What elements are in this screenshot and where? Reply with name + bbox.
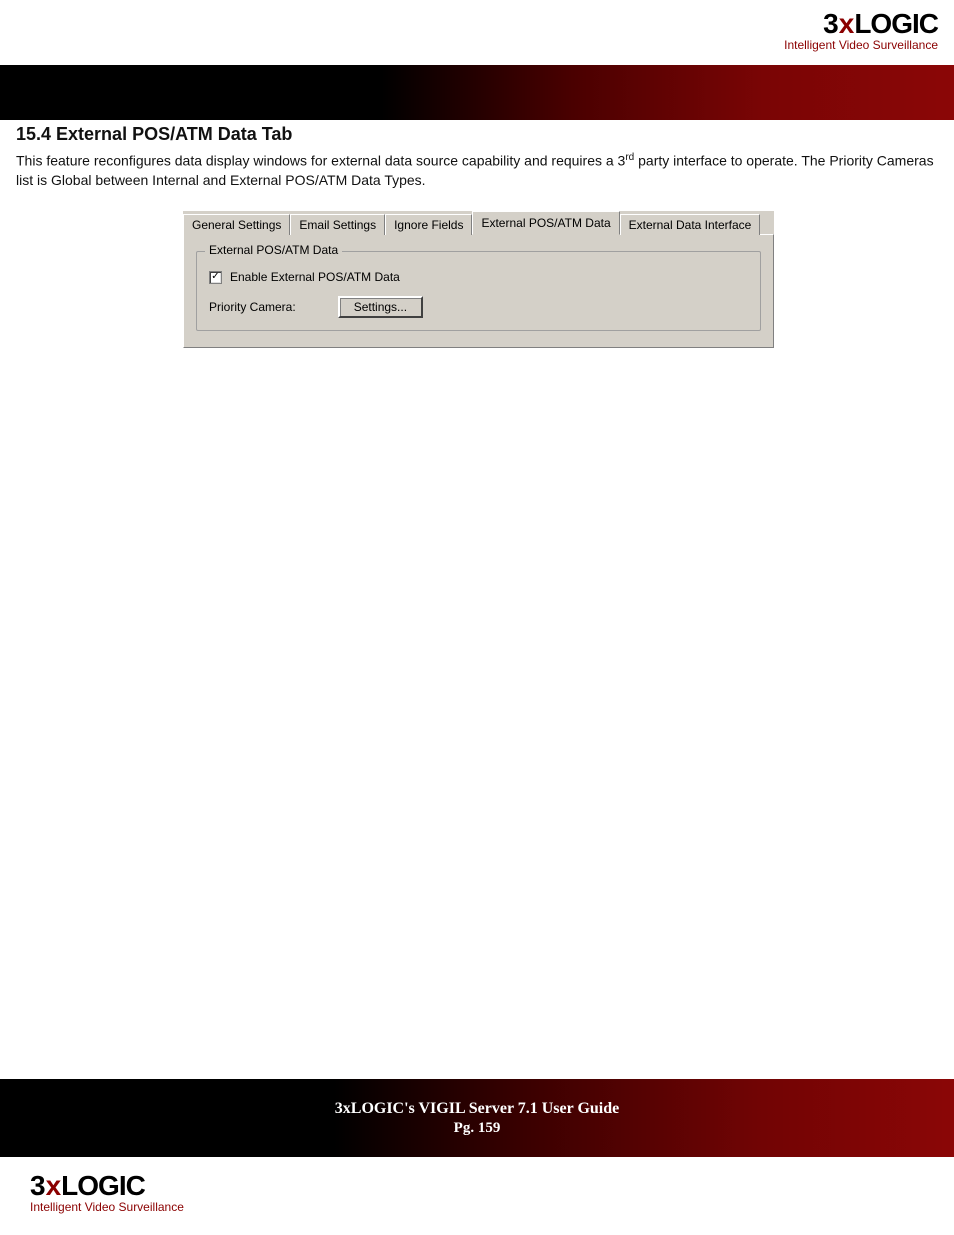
priority-camera-label: Priority Camera: (209, 300, 296, 314)
footer-logo-text: 3xLOGIC (30, 1170, 184, 1202)
checkbox-row: ✓ Enable External POS/ATM Data (209, 270, 748, 284)
logo-x: x (839, 8, 854, 39)
priority-camera-row: Priority Camera: Settings... (209, 296, 748, 318)
footer-logo-x: x (46, 1170, 61, 1201)
footer-logo-post: LOGIC (61, 1170, 145, 1201)
enable-external-pos-label: Enable External POS/ATM Data (230, 270, 400, 284)
content-area: 15.4 External POS/ATM Data Tab This feat… (16, 124, 938, 189)
tab-general-settings[interactable]: General Settings (183, 214, 290, 235)
header-logo: 3xLOGIC Intelligent Video Surveillance (784, 8, 938, 52)
logo-tagline: Intelligent Video Surveillance (784, 38, 938, 52)
body-part-1: This feature reconfigures data display w… (16, 153, 625, 169)
footer-title: 3xLOGIC's VIGIL Server 7.1 User Guide (335, 1100, 619, 1118)
dialog-screenshot: General Settings Email Settings Ignore F… (183, 210, 774, 348)
settings-button[interactable]: Settings... (338, 296, 423, 318)
groupbox-external-pos-atm: External POS/ATM Data ✓ Enable External … (196, 251, 761, 331)
section-title: 15.4 External POS/ATM Data Tab (16, 124, 938, 145)
footer-band: 3xLOGIC's VIGIL Server 7.1 User Guide Pg… (0, 1079, 954, 1157)
footer-page: Pg. 159 (454, 1120, 501, 1137)
tab-external-data-interface[interactable]: External Data Interface (620, 214, 761, 235)
footer-logo-pre: 3 (30, 1170, 45, 1201)
tab-ignore-fields[interactable]: Ignore Fields (385, 214, 472, 235)
logo-pre: 3 (823, 8, 838, 39)
tab-email-settings[interactable]: Email Settings (290, 214, 385, 235)
footer-logo-tagline: Intelligent Video Surveillance (30, 1200, 184, 1214)
body-sup: rd (625, 152, 634, 163)
footer-logo: 3xLOGIC Intelligent Video Surveillance (30, 1170, 184, 1214)
header-band (0, 65, 954, 120)
tabs-row: General Settings Email Settings Ignore F… (183, 210, 774, 234)
logo-post: LOGIC (854, 8, 938, 39)
groupbox-title: External POS/ATM Data (205, 243, 342, 257)
tab-external-pos-atm-data[interactable]: External POS/ATM Data (472, 211, 619, 235)
section-body: This feature reconfigures data display w… (16, 151, 938, 189)
check-icon: ✓ (211, 272, 219, 282)
logo-text: 3xLOGIC (784, 8, 938, 40)
enable-external-pos-checkbox[interactable]: ✓ (209, 271, 222, 284)
tab-panel: External POS/ATM Data ✓ Enable External … (183, 234, 774, 348)
